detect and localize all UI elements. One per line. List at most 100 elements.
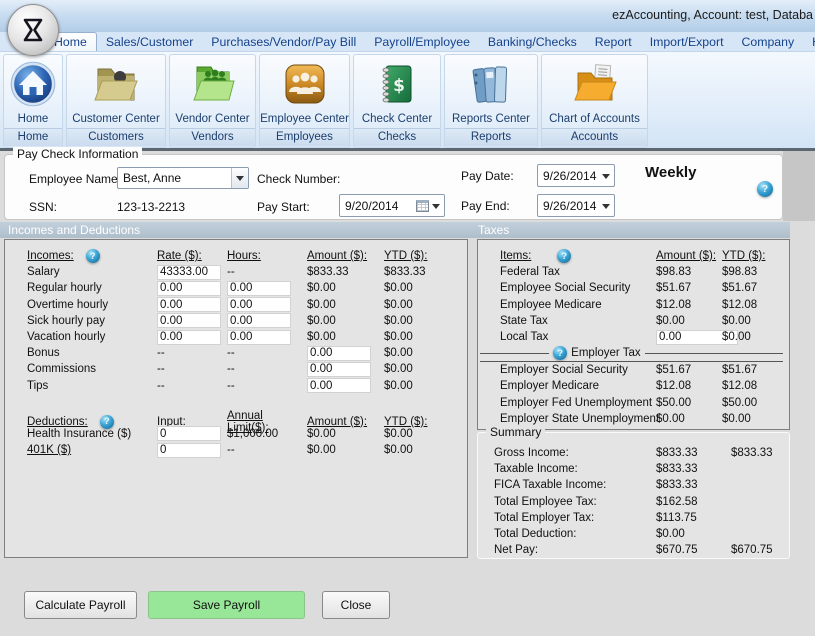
value-input[interactable] bbox=[227, 297, 291, 312]
value-input[interactable] bbox=[157, 330, 221, 345]
vendor-center-icon bbox=[170, 55, 255, 112]
value-input[interactable] bbox=[307, 362, 371, 377]
paycheck-info-panel: Pay Check Information Employee Name: Bes… bbox=[4, 154, 783, 220]
pay-start-datepicker[interactable]: 9/20/2014 bbox=[339, 194, 445, 217]
summary-value: $162.58 bbox=[656, 496, 731, 508]
toolbar-reports-center-button[interactable]: Reports Center Reports bbox=[444, 54, 538, 148]
help-icon[interactable]: ? bbox=[100, 415, 114, 429]
value-text: $0.00 bbox=[307, 428, 384, 440]
value-input[interactable] bbox=[157, 281, 221, 296]
help-icon[interactable]: ? bbox=[757, 181, 773, 197]
summary-value-ytd: $833.33 bbox=[731, 447, 789, 459]
help-icon[interactable]: ? bbox=[86, 249, 100, 263]
pay-date-select[interactable]: 9/26/2014 bbox=[537, 164, 615, 187]
menu-tab-payroll-employee[interactable]: Payroll/Employee bbox=[365, 32, 479, 51]
menu-tab-help[interactable]: Help bbox=[803, 32, 815, 51]
row-label: Salary bbox=[27, 266, 157, 278]
value-input[interactable] bbox=[157, 265, 221, 280]
deductions-table: Health Insurance ($)$1,000.00$0.00$0.00 4… bbox=[5, 426, 467, 458]
value-input[interactable] bbox=[227, 281, 291, 296]
close-button[interactable]: Close bbox=[322, 591, 390, 619]
toolbar-customer-center-button[interactable]: Customer Center Customers bbox=[66, 54, 166, 148]
table-row: Employer Medicare$12.08$12.08 bbox=[478, 378, 789, 394]
employee-taxes-table: Federal Tax$98.83$98.83Employee Social S… bbox=[478, 264, 789, 345]
pay-frequency-label: Weekly bbox=[645, 164, 696, 181]
calendar-icon[interactable] bbox=[416, 200, 429, 212]
value-text: $0.00 bbox=[722, 331, 789, 343]
menu-tab-import-export[interactable]: Import/Export bbox=[641, 32, 733, 51]
pay-end-value: 9/26/2014 bbox=[538, 199, 602, 213]
value-text: $51.67 bbox=[722, 364, 789, 376]
row-label: Federal Tax bbox=[500, 266, 656, 278]
column-header: Amount ($): bbox=[307, 416, 384, 428]
toolbar-home-button[interactable]: Home Home bbox=[3, 54, 63, 148]
chevron-down-icon[interactable] bbox=[231, 168, 248, 188]
column-header: Amount ($): bbox=[656, 250, 722, 262]
menu-tab-report[interactable]: Report bbox=[586, 32, 641, 51]
value-input[interactable] bbox=[307, 346, 371, 361]
toolbar-employee-center-button[interactable]: Employee Center Employees bbox=[259, 54, 350, 148]
toolbar-vendor-center-button[interactable]: Vendor Center Vendors bbox=[169, 54, 256, 148]
calculate-payroll-button[interactable]: Calculate Payroll bbox=[24, 591, 137, 619]
table-row: Employee Social Security$51.67$51.67 bbox=[478, 280, 789, 296]
value-text: $0.00 bbox=[384, 315, 467, 327]
main-content: Pay Check Information Employee Name: Bes… bbox=[0, 151, 815, 636]
menu-tab-sales-customer[interactable]: Sales/Customer bbox=[97, 32, 202, 51]
table-row: Sick hourly pay$0.00$0.00 bbox=[5, 313, 467, 329]
employee-name-select[interactable]: Best, Anne bbox=[117, 167, 249, 189]
value-text: $51.67 bbox=[656, 364, 722, 376]
toolbar-check-center-button[interactable]: $ Check Center Checks bbox=[353, 54, 441, 148]
chevron-down-icon[interactable] bbox=[432, 204, 440, 213]
menu-tab-purchases[interactable]: Purchases/Vendor/Pay Bill bbox=[202, 32, 365, 51]
value-input[interactable] bbox=[307, 378, 371, 393]
chevron-down-icon[interactable] bbox=[602, 174, 610, 183]
summary-row: Gross Income:$833.33$833.33 bbox=[478, 445, 789, 461]
value-text: $0.00 bbox=[656, 413, 722, 425]
app-window: ezAccounting, Account: test, Databa Home… bbox=[0, 0, 815, 636]
summary-row: Total Employee Tax:$162.58 bbox=[478, 494, 789, 510]
summary-label: Net Pay: bbox=[494, 544, 656, 556]
value-text: -- bbox=[227, 380, 307, 392]
value-text: $0.00 bbox=[384, 444, 467, 456]
table-row: Health Insurance ($)$1,000.00$0.00$0.00 bbox=[5, 426, 467, 442]
value-input[interactable] bbox=[157, 426, 221, 441]
pay-start-label: Pay Start: bbox=[257, 200, 310, 214]
value-input[interactable] bbox=[227, 313, 291, 328]
toolbar-button-label: Reports Center bbox=[445, 112, 537, 128]
value-text: -- bbox=[157, 363, 227, 375]
summary-value: $113.75 bbox=[656, 512, 731, 524]
row-label[interactable]: 401K ($) bbox=[27, 444, 157, 456]
value-text: $0.00 bbox=[384, 299, 467, 311]
row-label: Employer Fed Unemployment bbox=[500, 397, 656, 409]
save-payroll-button[interactable]: Save Payroll bbox=[148, 591, 305, 619]
row-label: Employer Medicare bbox=[500, 380, 656, 392]
summary-value-ytd: $670.75 bbox=[731, 544, 789, 556]
value-text: $50.00 bbox=[722, 397, 789, 409]
help-icon[interactable]: ? bbox=[557, 249, 571, 263]
app-menu-button[interactable] bbox=[7, 4, 59, 56]
value-text: $0.00 bbox=[384, 380, 467, 392]
value-input[interactable] bbox=[157, 297, 221, 312]
help-icon[interactable]: ? bbox=[553, 346, 567, 360]
chevron-down-icon[interactable] bbox=[602, 204, 610, 213]
row-label: Employee Medicare bbox=[500, 299, 656, 311]
summary-row: Net Pay:$670.75$670.75 bbox=[478, 542, 789, 558]
reports-center-icon bbox=[445, 55, 537, 112]
summary-row: Total Employer Tax:$113.75 bbox=[478, 510, 789, 526]
value-text: -- bbox=[157, 380, 227, 392]
menu-tab-company[interactable]: Company bbox=[733, 32, 804, 51]
value-input[interactable] bbox=[157, 443, 221, 458]
value-input[interactable] bbox=[157, 313, 221, 328]
pay-date-value: 9/26/2014 bbox=[538, 169, 602, 183]
menu-tab-banking-checks[interactable]: Banking/Checks bbox=[479, 32, 586, 51]
pay-date-label: Pay Date: bbox=[461, 169, 514, 183]
value-input[interactable] bbox=[227, 330, 291, 345]
toolbar-group-label: Checks bbox=[354, 128, 440, 146]
table-row: Salary--$833.33$833.33 bbox=[5, 264, 467, 280]
table-row: Local Tax$0.00 bbox=[478, 329, 789, 345]
toolbar-button-label: Home bbox=[4, 112, 62, 128]
summary-value: $670.75 bbox=[656, 544, 731, 556]
pay-end-select[interactable]: 9/26/2014 bbox=[537, 194, 615, 217]
toolbar-chart-of-accounts-button[interactable]: Chart of Accounts Accounts bbox=[541, 54, 648, 148]
table-row: Bonus----$0.00 bbox=[5, 345, 467, 361]
